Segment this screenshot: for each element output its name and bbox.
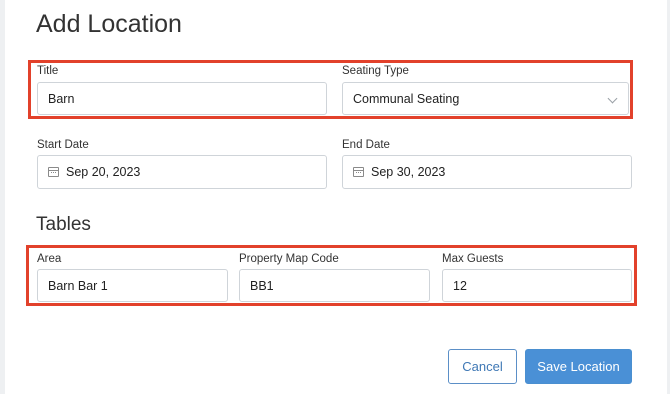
property-map-code-label: Property Map Code — [239, 253, 339, 265]
end-date-value: Sep 30, 2023 — [371, 165, 446, 179]
title-label: Title — [37, 65, 59, 77]
left-gutter — [0, 0, 5, 394]
page-title: Add Location — [36, 10, 182, 38]
property-map-code-value: BB1 — [250, 278, 274, 293]
max-guests-input[interactable]: 12 — [442, 269, 632, 302]
seating-type-value: Communal Seating — [353, 91, 460, 106]
area-label: Area — [37, 253, 62, 265]
start-date-label: Start Date — [37, 139, 89, 151]
max-guests-label: Max Guests — [442, 253, 504, 265]
area-input[interactable]: Barn Bar 1 — [37, 269, 228, 302]
save-location-button[interactable]: Save Location — [525, 349, 632, 384]
tables-heading: Tables — [36, 214, 91, 235]
end-date-label: End Date — [342, 139, 390, 151]
title-input[interactable]: Barn — [37, 82, 327, 115]
seating-type-select[interactable]: Communal Seating — [342, 82, 629, 115]
start-date-value: Sep 20, 2023 — [66, 165, 141, 179]
seating-type-label: Seating Type — [342, 65, 409, 77]
start-date-input[interactable]: Sep 20, 2023 — [37, 155, 327, 189]
cancel-button[interactable]: Cancel — [448, 349, 517, 384]
area-input-value: Barn Bar 1 — [48, 278, 108, 293]
end-date-input[interactable]: Sep 30, 2023 — [342, 155, 632, 189]
max-guests-value: 12 — [453, 278, 467, 293]
chevron-down-icon — [607, 93, 618, 104]
property-map-code-input[interactable]: BB1 — [239, 269, 430, 302]
calendar-icon — [353, 167, 364, 177]
title-input-value: Barn — [48, 91, 75, 106]
calendar-icon — [48, 167, 59, 177]
